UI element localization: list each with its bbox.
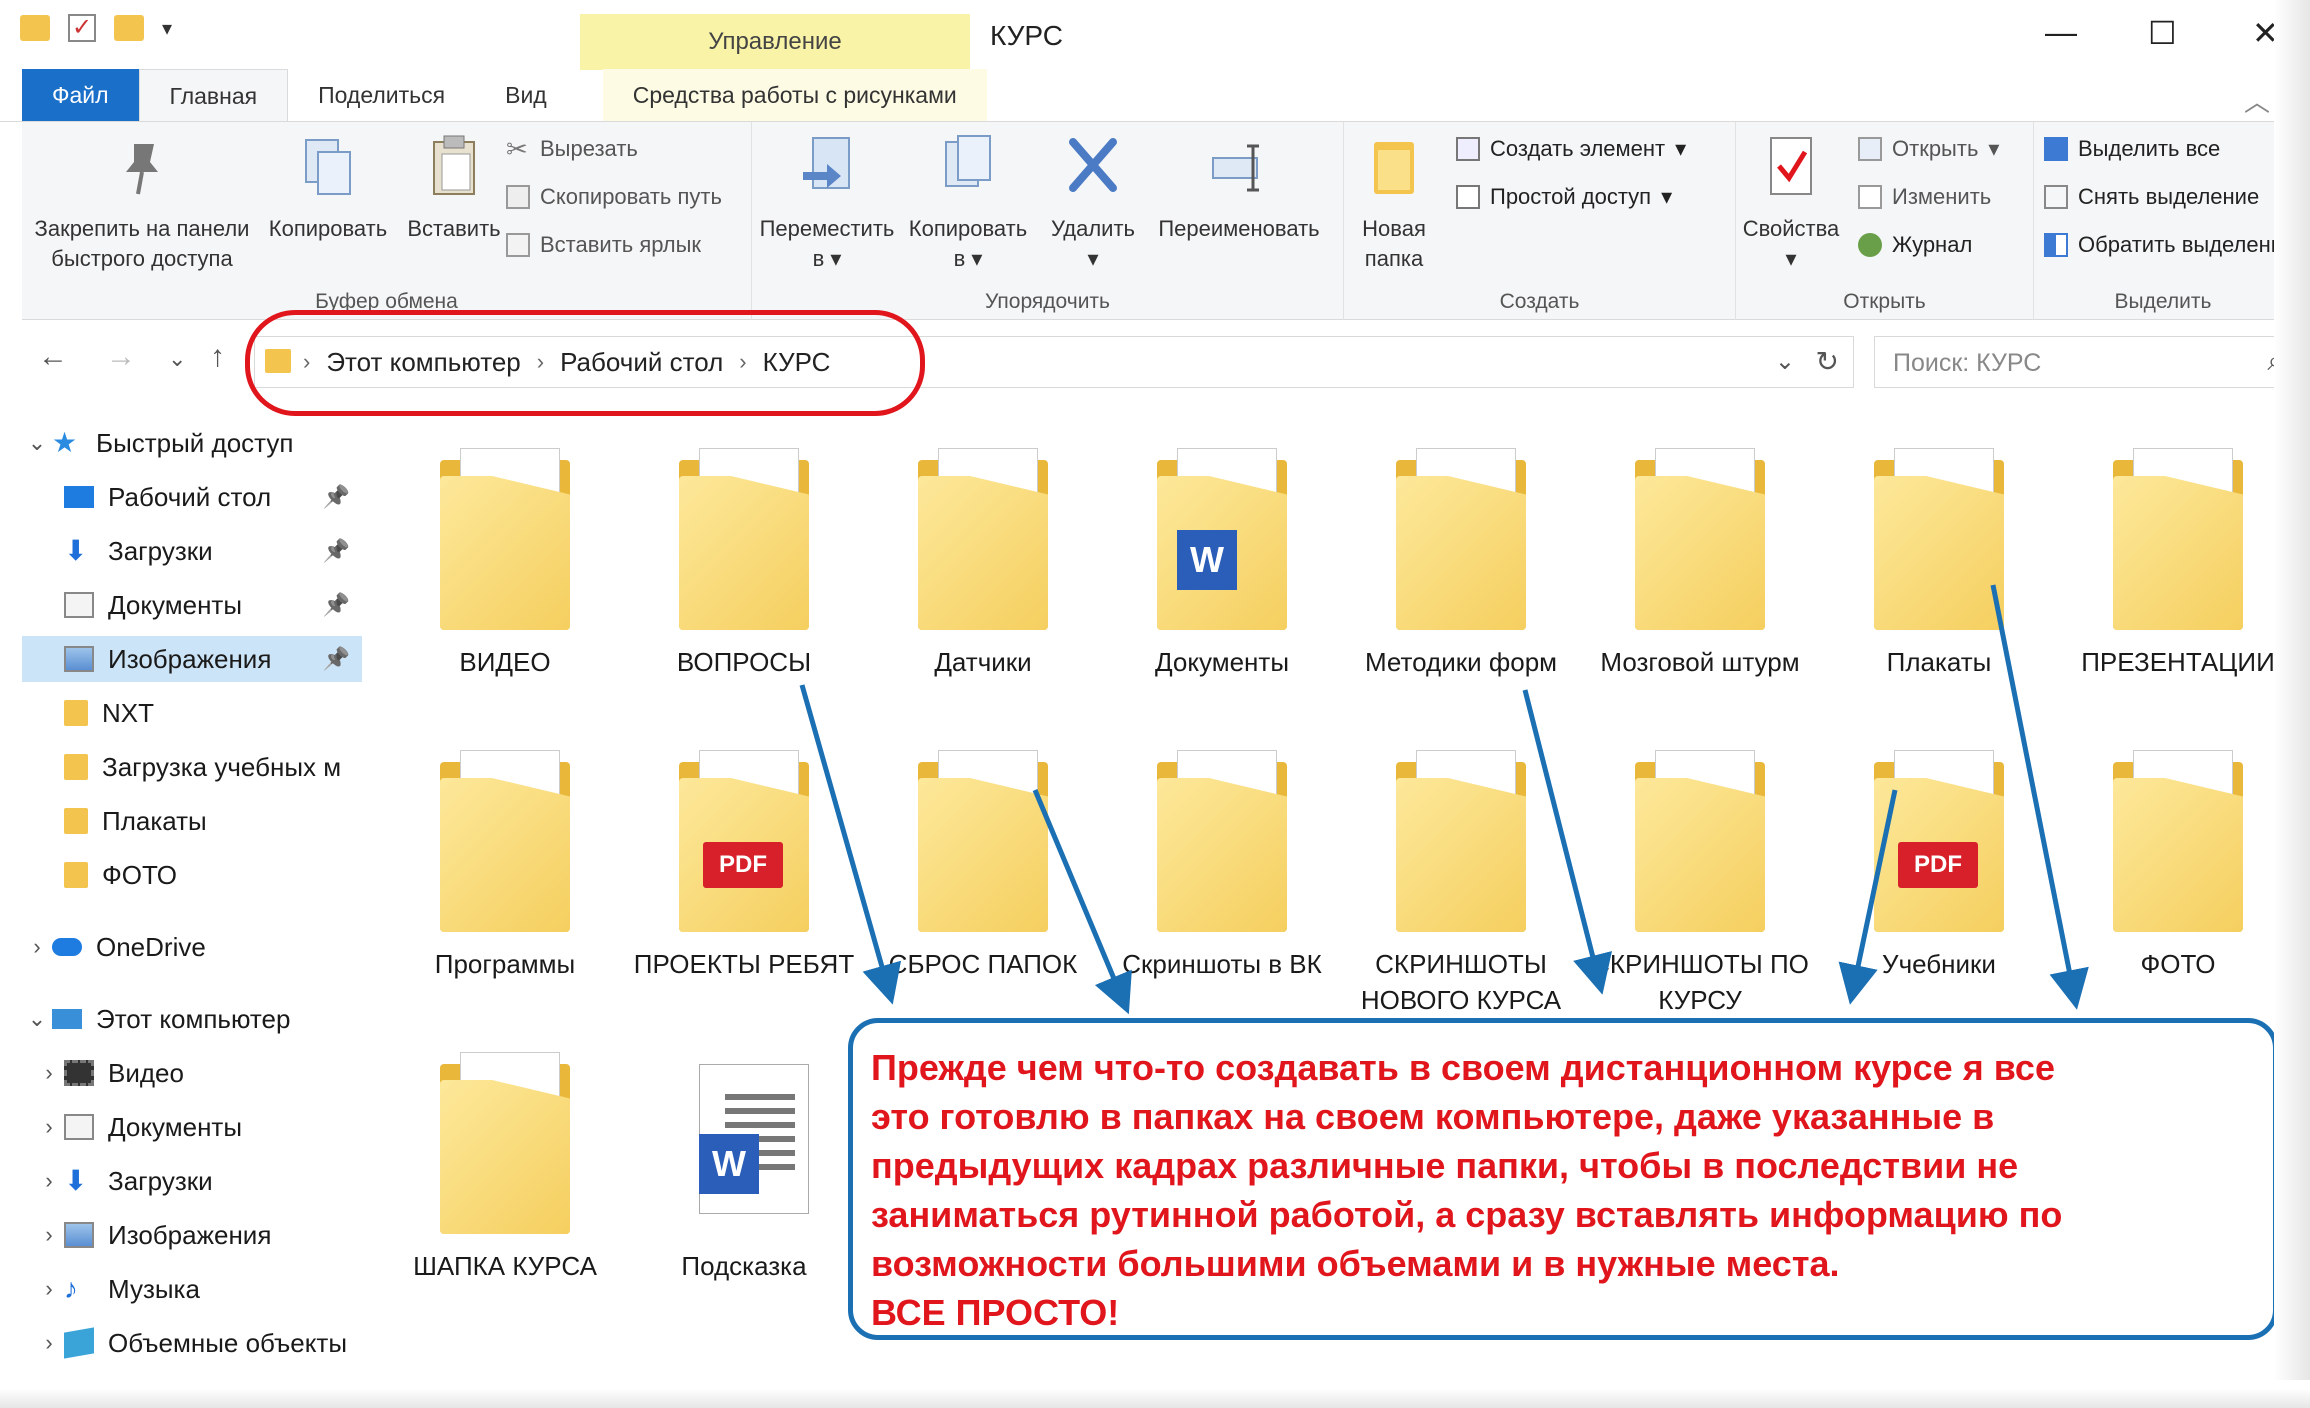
arrow-metodiki xyxy=(1522,689,1612,995)
arrow-plakaty xyxy=(1990,584,2089,1010)
torn-edge-bottom xyxy=(0,1380,2310,1408)
callout-line-1: Прежде чем что-то создавать в своем дист… xyxy=(871,1047,2055,1088)
callout-line-2: это готовлю в папках на своем компьютере… xyxy=(871,1096,1995,1137)
arrow-voprosy xyxy=(799,684,902,1005)
callout-line-3: предыдущих кадрах различные папки, чтобы… xyxy=(871,1145,2019,1186)
callout-line-5: возможности большими объемами и в нужные… xyxy=(871,1243,1840,1284)
arrow-uchebniki xyxy=(1838,789,1898,1005)
callout-line-6: ВСЕ ПРОСТО! xyxy=(871,1292,1120,1333)
torn-edge-right xyxy=(2274,0,2310,1408)
arrow-sbros xyxy=(1032,789,1132,1015)
annotation-callout: Прежде чем что-то создавать в своем дист… xyxy=(848,1018,2278,1340)
callout-line-4: заниматься рутинной работой, а сразу вст… xyxy=(871,1194,2063,1235)
